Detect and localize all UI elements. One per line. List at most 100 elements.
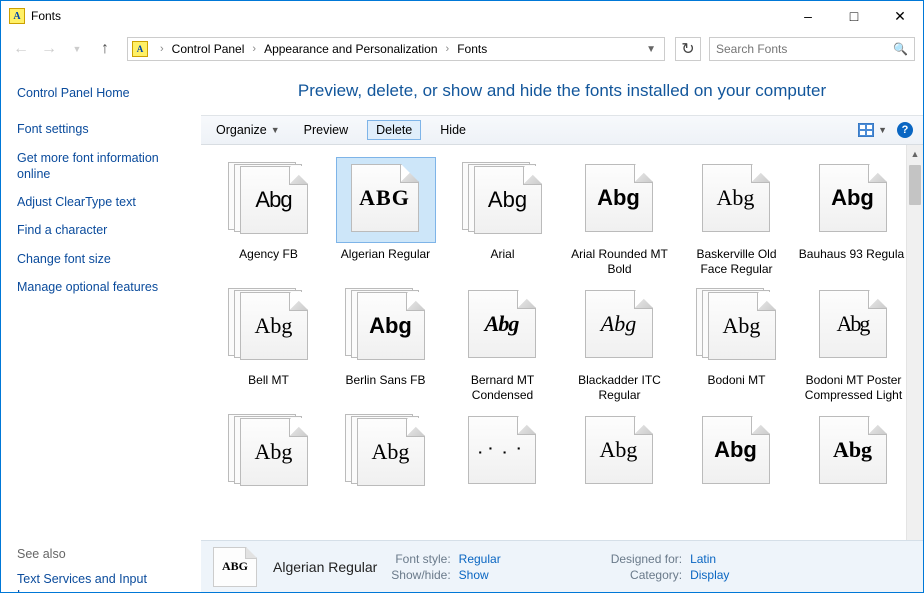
sidebar: Control Panel Home Font settings Get mor… xyxy=(1,67,201,592)
font-sample: Abg xyxy=(586,437,652,463)
font-sample: Abg xyxy=(709,313,775,339)
font-label: Arial xyxy=(448,247,558,262)
preview-button[interactable]: Preview xyxy=(299,120,353,140)
view-options-button[interactable]: ▼ xyxy=(858,123,887,137)
scroll-thumb[interactable] xyxy=(909,165,921,205)
recent-dropdown-icon[interactable]: ▼ xyxy=(65,37,89,61)
font-sample: ⠄⠂ ⠄ ⠂ xyxy=(469,442,535,459)
font-tile[interactable]: Abg Berlin Sans FB xyxy=(328,283,443,403)
toolbar: Organize▼ Preview Delete Hide ▼ ? xyxy=(201,115,923,145)
font-tile[interactable]: Abg Bell MT xyxy=(211,283,326,403)
details-name: Algerian Regular xyxy=(273,559,377,575)
font-tile[interactable]: Abg xyxy=(211,409,326,499)
font-label: Bodoni MT xyxy=(682,373,792,388)
font-tile[interactable]: Abg Baskerville Old Face Regular xyxy=(679,157,794,277)
delete-button[interactable]: Delete xyxy=(367,120,421,140)
font-label: Bell MT xyxy=(214,373,324,388)
font-tile[interactable]: Abg Bodoni MT Poster Compressed Light xyxy=(796,283,905,403)
font-label: Blackadder ITC Regular xyxy=(565,373,675,403)
font-tile[interactable]: Abg Bauhaus 93 Regular xyxy=(796,157,905,277)
font-tile[interactable]: ⠄⠂ ⠄ ⠂ xyxy=(445,409,560,499)
forward-button[interactable]: → xyxy=(37,37,61,61)
back-button[interactable]: ← xyxy=(9,37,33,61)
font-sample: Abg xyxy=(358,313,424,339)
font-sample: Abg xyxy=(703,185,769,211)
breadcrumb-control-panel[interactable]: Control Panel xyxy=(170,42,247,56)
scrollbar[interactable]: ▲ ▼ xyxy=(906,145,923,592)
font-sample: Abg xyxy=(475,187,541,213)
details-value-category: Display xyxy=(690,568,729,582)
close-button[interactable]: ✕ xyxy=(877,1,923,31)
minimize-button[interactable]: – xyxy=(785,1,831,31)
scroll-up-button[interactable]: ▲ xyxy=(907,145,923,162)
font-tile[interactable]: Abg xyxy=(562,409,677,499)
search-box[interactable]: 🔍 xyxy=(709,37,915,61)
font-tile[interactable]: Abg Bodoni MT xyxy=(679,283,794,403)
control-panel-home-link[interactable]: Control Panel Home xyxy=(17,85,185,101)
font-sample: Abg xyxy=(358,439,424,465)
view-icon xyxy=(858,123,874,137)
address-bar[interactable]: A › Control Panel › Appearance and Perso… xyxy=(127,37,665,61)
search-icon: 🔍 xyxy=(893,42,908,56)
breadcrumb-appearance[interactable]: Appearance and Personalization xyxy=(262,42,439,56)
sidebar-font-settings[interactable]: Font settings xyxy=(17,121,185,137)
see-also-heading: See also xyxy=(17,547,185,561)
titlebar: A Fonts – □ ✕ xyxy=(1,1,923,31)
details-value-style: Regular xyxy=(459,552,501,566)
font-label: Algerian Regular xyxy=(331,247,441,262)
font-sample: Abg xyxy=(586,185,652,211)
font-sample: Abg xyxy=(820,185,886,211)
font-sample: Abg xyxy=(241,439,307,465)
maximize-button[interactable]: □ xyxy=(831,1,877,31)
details-label-category: Category: xyxy=(611,568,682,582)
up-button[interactable]: ↑ xyxy=(93,37,117,61)
font-label: Berlin Sans FB xyxy=(331,373,441,388)
font-label: Arial Rounded MT Bold xyxy=(565,247,675,277)
fonts-app-icon: A xyxy=(9,8,25,24)
font-tile[interactable]: Abg xyxy=(796,409,905,499)
sidebar-change-font-size[interactable]: Change font size xyxy=(17,251,185,267)
hide-button[interactable]: Hide xyxy=(435,120,471,140)
details-label-showhide: Show/hide: xyxy=(391,568,450,582)
sidebar-optional-features[interactable]: Manage optional features xyxy=(17,279,185,295)
chevron-right-icon: › xyxy=(440,43,456,55)
fonts-folder-icon: A xyxy=(132,41,148,57)
font-tile[interactable]: AbgBlackadder ITC Regular xyxy=(562,283,677,403)
help-icon[interactable]: ? xyxy=(897,122,913,138)
address-dropdown-icon[interactable]: ▼ xyxy=(638,44,664,55)
details-value-showhide: Show xyxy=(459,568,501,582)
font-sample: Abg xyxy=(241,313,307,339)
font-tile[interactable]: AbgAgency FB xyxy=(211,157,326,277)
sidebar-text-services[interactable]: Text Services and Input Language xyxy=(17,571,185,592)
font-label: Bodoni MT Poster Compressed Light xyxy=(799,373,906,403)
details-label-designed: Designed for: xyxy=(611,552,682,566)
font-tile[interactable]: Abg xyxy=(328,409,443,499)
font-sample: Abg xyxy=(241,187,307,213)
sidebar-more-font-info[interactable]: Get more font information online xyxy=(17,150,185,183)
chevron-down-icon: ▼ xyxy=(271,125,280,135)
font-sample: Abg xyxy=(820,437,886,463)
details-label-style: Font style: xyxy=(391,552,450,566)
chevron-down-icon: ▼ xyxy=(878,125,887,135)
chevron-right-icon: › xyxy=(246,43,262,55)
search-input[interactable] xyxy=(716,42,893,56)
font-label: Bernard MT Condensed xyxy=(448,373,558,403)
font-label: Bauhaus 93 Regular xyxy=(799,247,906,262)
font-label: Baskerville Old Face Regular xyxy=(682,247,792,277)
font-tile[interactable]: ABG Algerian Regular xyxy=(328,157,443,277)
font-sample: Abg xyxy=(820,311,886,337)
sidebar-cleartype[interactable]: Adjust ClearType text xyxy=(17,194,185,210)
organize-menu[interactable]: Organize▼ xyxy=(211,120,285,140)
font-tile[interactable]: Abg xyxy=(679,409,794,499)
details-pane: ABG Algerian Regular Font style: Regular… xyxy=(201,540,923,592)
details-value-designed: Latin xyxy=(690,552,729,566)
font-tile[interactable]: Abg Arial Rounded MT Bold xyxy=(562,157,677,277)
font-tile[interactable]: AbgBernard MT Condensed xyxy=(445,283,560,403)
sidebar-find-character[interactable]: Find a character xyxy=(17,222,185,238)
details-preview-icon: ABG xyxy=(213,547,257,587)
refresh-button[interactable]: ↻ xyxy=(675,37,701,61)
font-sample: Abg xyxy=(703,437,769,463)
font-tile[interactable]: Abg Arial xyxy=(445,157,560,277)
breadcrumb-fonts[interactable]: Fonts xyxy=(455,42,489,56)
font-sample: ABG xyxy=(352,185,418,211)
